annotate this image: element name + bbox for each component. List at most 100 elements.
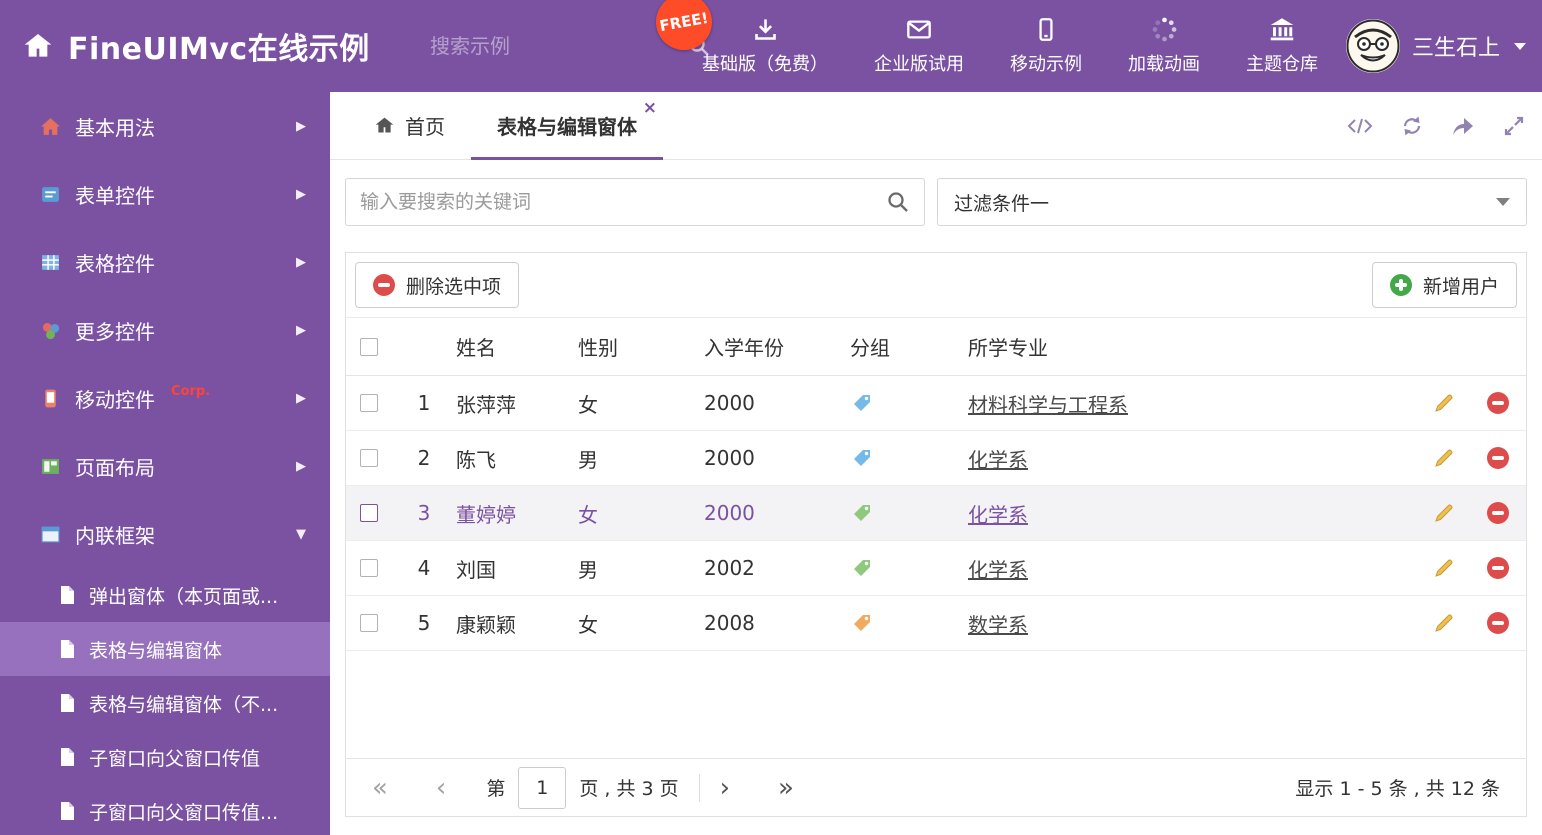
user-menu[interactable]: 三生石上: [1345, 0, 1526, 92]
row-index: 5: [417, 611, 431, 635]
chevron-down-icon: [1514, 42, 1526, 50]
table-row[interactable]: 2 陈飞 男 2000 化学系: [346, 431, 1526, 486]
filter-dropdown-value: 过滤条件一: [954, 192, 1050, 215]
cell-name: 刘国: [456, 557, 496, 582]
grid-toolbar: 删除选中项 新增用户: [346, 253, 1526, 318]
sidebar-subitem-grid-edit-window[interactable]: 表格与编辑窗体: [0, 622, 330, 676]
sidebar-item-grid-controls[interactable]: 表格控件 ▶: [0, 228, 330, 296]
sidebar-subitem-grid-edit-window-2[interactable]: 表格与编辑窗体（不...: [0, 676, 330, 730]
layout-icon: [40, 456, 61, 477]
sidebar-item-label: 表格控件: [75, 251, 155, 276]
sidebar-item-basic-usage[interactable]: 基本用法 ▶: [0, 92, 330, 160]
col-header-year: 入学年份: [704, 336, 784, 360]
chevron-right-icon: ▶: [296, 322, 306, 338]
keyword-search-input[interactable]: [360, 191, 886, 213]
major-link[interactable]: 化学系: [968, 499, 1028, 528]
search-icon[interactable]: [886, 190, 910, 214]
brand[interactable]: FineUIMvc在线示例: [22, 0, 370, 92]
open-in-new-icon[interactable]: [1450, 115, 1476, 137]
table-row-selected[interactable]: 3 董婷婷 女 2000 化学系: [346, 486, 1526, 541]
sidebar-item-mobile-controls[interactable]: 移动控件 Corp. ▶: [0, 364, 330, 432]
add-user-label: 新增用户: [1422, 275, 1499, 298]
edit-icon[interactable]: [1433, 502, 1455, 524]
delete-icon[interactable]: [1487, 502, 1509, 524]
edit-icon[interactable]: [1433, 557, 1455, 579]
row-checkbox[interactable]: [360, 614, 378, 632]
sidebar-item-label: 更多控件: [75, 319, 155, 344]
nav-item-basic-free[interactable]: FREE! 基础版（免费）: [651, 0, 828, 76]
tab-grid-edit-window[interactable]: 表格与编辑窗体 ×: [471, 92, 663, 160]
main-area: 首页 表格与编辑窗体 × 输入要搜索的关键词 过滤条件一 删除选中项 新增用户 …: [330, 92, 1542, 835]
source-code-icon[interactable]: [1346, 115, 1374, 137]
sidebar-item-more-controls[interactable]: 更多控件 ▶: [0, 296, 330, 364]
row-index: 1: [417, 391, 431, 415]
col-header-major: 所学专业: [968, 336, 1048, 360]
major-link[interactable]: 化学系: [968, 554, 1028, 583]
cell-name: 董婷婷: [456, 502, 516, 527]
first-page-button[interactable]: «: [372, 775, 388, 801]
cell-name: 张萍萍: [456, 392, 516, 417]
major-link[interactable]: 化学系: [968, 444, 1028, 473]
row-checkbox[interactable]: [360, 394, 378, 412]
last-page-button[interactable]: »: [778, 775, 794, 801]
sidebar-subitem-popup-window[interactable]: 弹出窗体（本页面或...: [0, 568, 330, 622]
delete-icon[interactable]: [1487, 392, 1509, 414]
edit-icon[interactable]: [1433, 447, 1455, 469]
divider: [698, 773, 700, 802]
nav-item-theme-repo[interactable]: 主题仓库: [1246, 16, 1318, 76]
sidebar-item-page-layout[interactable]: 页面布局 ▶: [0, 432, 330, 500]
expand-icon[interactable]: [1502, 114, 1526, 138]
sidebar-subitem-child-to-parent[interactable]: 子窗口向父窗口传值: [0, 730, 330, 784]
tab-label: 表格与编辑窗体: [497, 115, 637, 139]
table-row[interactable]: 1 张萍萍 女 2000 材料科学与工程系: [346, 376, 1526, 431]
delete-selected-button[interactable]: 删除选中项: [355, 262, 520, 308]
nav-item-label: 基础版（免费）: [702, 54, 828, 75]
row-checkbox[interactable]: [360, 504, 378, 522]
sidebar-item-label: 基本用法: [75, 115, 155, 140]
sidebar-subitem-label: 子窗口向父窗口传值...: [89, 801, 279, 824]
refresh-icon[interactable]: [1400, 114, 1424, 138]
sidebar-item-iframe[interactable]: 内联框架 ▼: [0, 500, 330, 568]
major-link[interactable]: 材料科学与工程系: [968, 389, 1128, 418]
delete-icon[interactable]: [1487, 612, 1509, 634]
row-checkbox[interactable]: [360, 449, 378, 467]
add-user-button[interactable]: 新增用户: [1371, 262, 1517, 308]
major-link[interactable]: 数学系: [968, 609, 1028, 638]
cell-year: 2008: [704, 611, 755, 635]
row-checkbox[interactable]: [360, 559, 378, 577]
delete-icon[interactable]: [1487, 447, 1509, 469]
page-number-input[interactable]: [518, 766, 567, 809]
select-all-checkbox[interactable]: [360, 337, 378, 356]
prev-page-button[interactable]: ‹: [436, 775, 446, 801]
tag-icon: [852, 448, 872, 468]
home-icon: [374, 115, 395, 136]
sidebar-subitem-child-to-parent-2[interactable]: 子窗口向父窗口传值...: [0, 784, 330, 835]
delete-icon[interactable]: [1487, 557, 1509, 579]
cell-year: 2000: [704, 501, 755, 525]
table-icon: [40, 252, 61, 273]
sidebar-item-form-controls[interactable]: 表单控件 ▶: [0, 160, 330, 228]
pagination-bar: « ‹ 第 页 , 共 3 页 › » 显示 1 - 5 条 , 共 12 条: [346, 758, 1526, 816]
filter-dropdown[interactable]: 过滤条件一: [937, 178, 1527, 226]
tab-content: 过滤条件一 删除选中项 新增用户 姓名 性别 入: [330, 160, 1542, 817]
edit-icon[interactable]: [1433, 392, 1455, 414]
next-page-button[interactable]: ›: [720, 775, 730, 801]
nav-item-enterprise-trial[interactable]: 企业版试用: [874, 16, 964, 76]
sidebar-item-label: 页面布局: [75, 455, 155, 480]
header-search-input[interactable]: [430, 34, 679, 58]
cell-year: 2000: [704, 391, 755, 415]
nav-item-mobile-demo[interactable]: 移动示例: [1010, 16, 1082, 76]
close-icon[interactable]: ×: [643, 100, 657, 117]
nav-item-loading-animation[interactable]: 加载动画: [1128, 16, 1200, 76]
file-icon: [58, 639, 76, 659]
table-row[interactable]: 4 刘国 男 2002 化学系: [346, 541, 1526, 596]
table-header-row: 姓名 性别 入学年份 分组 所学专业: [346, 318, 1526, 376]
spinner-icon: [1151, 16, 1178, 43]
chevron-right-icon: ▶: [296, 390, 306, 406]
edit-icon[interactable]: [1433, 612, 1455, 634]
sidebar-subitem-label: 子窗口向父窗口传值: [89, 747, 261, 770]
tab-home[interactable]: 首页: [348, 92, 471, 159]
chevron-down-icon: [1496, 198, 1510, 206]
envelope-icon: [905, 16, 933, 43]
table-row[interactable]: 5 康颖颖 女 2008 数学系: [346, 596, 1526, 651]
